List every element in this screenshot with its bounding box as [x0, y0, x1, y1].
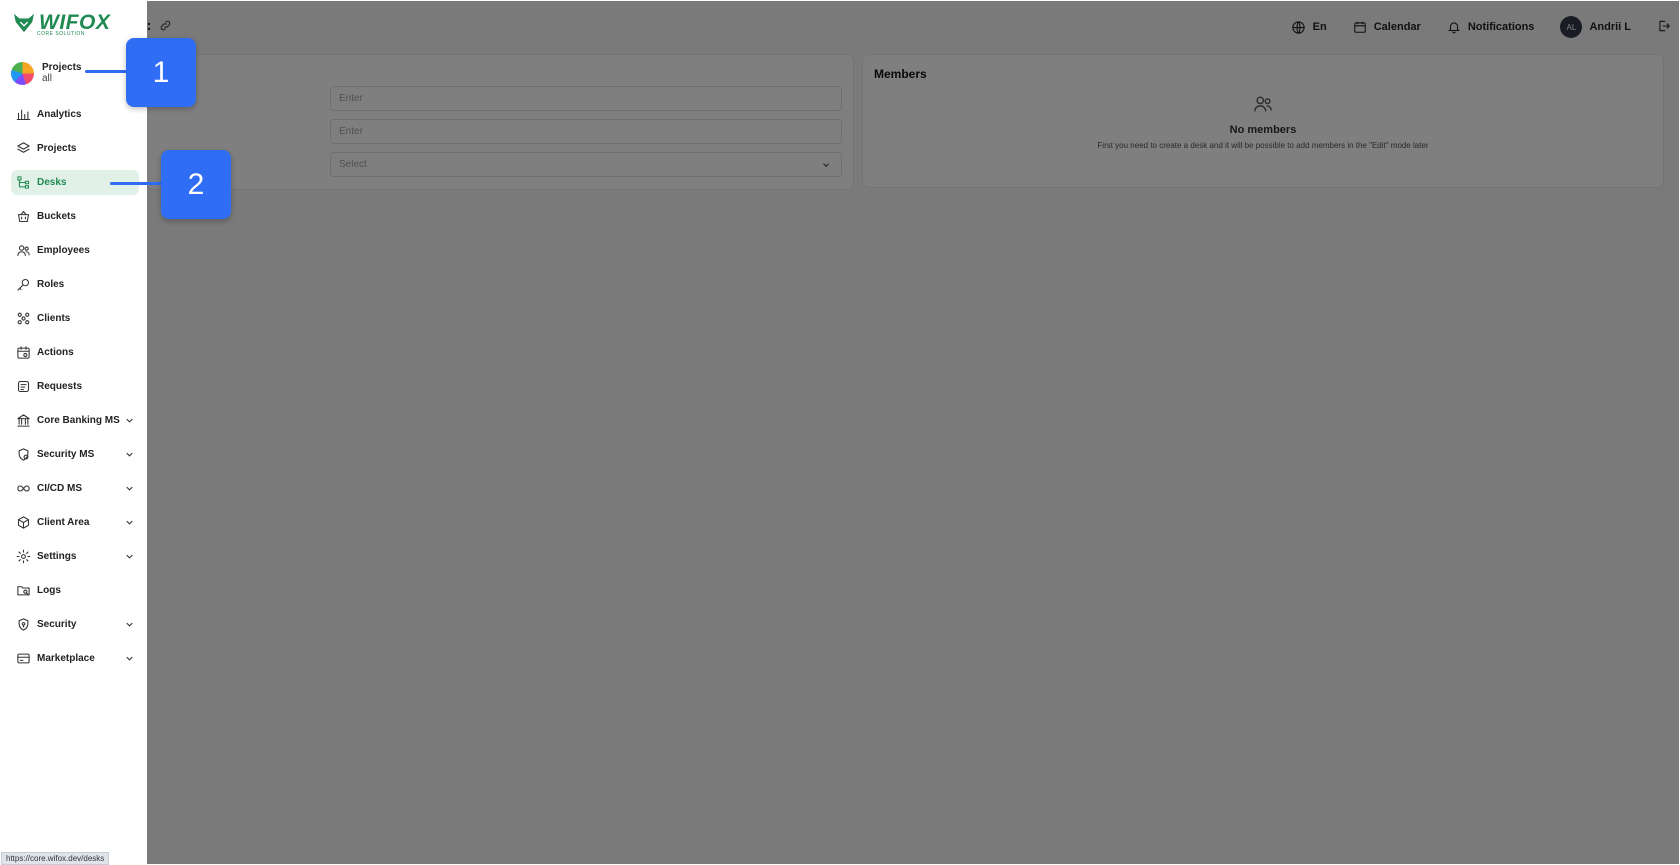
sidebar-item-label: Logs	[37, 585, 61, 596]
sidebar-item-requests[interactable]: Requests	[11, 374, 139, 399]
callout-2: 2	[161, 150, 231, 219]
sidebar-item-actions[interactable]: Actions	[11, 340, 139, 365]
chevron-down-icon[interactable]	[124, 517, 135, 528]
project-pie-icon	[11, 61, 34, 85]
security-ms-icon	[18, 448, 29, 461]
callout-1-line	[85, 70, 130, 73]
bar-chart-icon	[16, 109, 31, 121]
calendar-action-icon	[17, 346, 30, 359]
store-icon	[17, 653, 30, 664]
sidebar-item-label: Settings	[37, 551, 77, 562]
sidebar-item-label: Marketplace	[37, 653, 95, 664]
sidebar-item-settings[interactable]: Settings	[11, 544, 139, 569]
sidebar-item-logs[interactable]: Logs	[11, 578, 139, 603]
layers-icon	[17, 142, 30, 153]
sidebar-item-label: Client Area	[37, 517, 90, 528]
logo-subtitle: CORE SOLUTION	[37, 31, 85, 37]
project-selector-label: Projects	[42, 62, 82, 73]
key-icon	[17, 278, 30, 291]
chevron-down-icon[interactable]	[124, 619, 135, 630]
sidebar-item-projects[interactable]: Projects	[11, 136, 139, 161]
sidebar-item-client-area[interactable]: Client Area	[11, 510, 139, 535]
fox-logo-icon	[14, 13, 34, 33]
sidebar-item-label: Requests	[37, 381, 83, 392]
chevron-down-icon[interactable]	[124, 449, 135, 460]
chevron-down-icon[interactable]	[124, 483, 135, 494]
bank-icon	[17, 414, 30, 427]
modal-overlay	[147, 1, 1679, 864]
sidebar-item-label: Desks	[37, 177, 67, 188]
project-selector-value: all	[42, 73, 53, 84]
shield-icon	[18, 618, 29, 631]
sidebar-item-label: Core Banking MS	[37, 415, 120, 426]
sidebar-item-label: Analytics	[37, 109, 82, 120]
sidebar-item-core-banking-ms[interactable]: Core Banking MS	[11, 408, 139, 433]
users-icon	[17, 245, 30, 257]
sidebar-item-label: CI/CD MS	[37, 483, 82, 494]
logo[interactable]: WIFOX	[13, 11, 111, 34]
sidebar-item-employees[interactable]: Employees	[11, 238, 139, 263]
sidebar-item-clients[interactable]: Clients	[11, 306, 139, 331]
logo-title: WIFOX	[39, 11, 111, 34]
sidebar-item-security[interactable]: Security	[11, 612, 139, 637]
sidebar-item-label: Projects	[37, 143, 77, 154]
sidebar-item-marketplace[interactable]: Marketplace	[11, 646, 139, 671]
request-icon	[17, 380, 30, 393]
sidebar-item-label: Security MS	[37, 449, 95, 460]
sidebar-item-label: Employees	[37, 245, 90, 256]
cube-icon	[17, 516, 30, 529]
sidebar-item-label: Clients	[37, 313, 71, 324]
sidebar-item-label: Roles	[37, 279, 65, 290]
sidebar-item-label: Actions	[37, 347, 74, 358]
sidebar-item-buckets[interactable]: Buckets	[11, 204, 139, 229]
sidebar-item-security-ms[interactable]: Security MS	[11, 442, 139, 467]
callout-2-line	[110, 182, 165, 185]
folder-search-icon	[17, 586, 30, 596]
hierarchy-icon	[17, 176, 30, 189]
gear-icon	[16, 549, 31, 564]
sidebar-item-analytics[interactable]: Analytics	[11, 102, 139, 127]
callout-1: 1	[126, 38, 196, 107]
chevron-down-icon[interactable]	[124, 415, 135, 426]
sidebar-nav: Analytics Projects Desks Buckets Employees Ro…	[11, 102, 139, 680]
status-url: https://core.wifox.dev/desks	[1, 852, 110, 865]
project-selector[interactable]: Projects all	[5, 54, 139, 92]
sidebar: WIFOX CORE SOLUTION Projects all Analyti…	[1, 1, 147, 864]
sidebar-item-label: Buckets	[37, 211, 76, 222]
infinity-icon	[17, 485, 30, 492]
chevron-down-icon[interactable]	[124, 551, 135, 562]
chevron-down-icon[interactable]	[124, 653, 135, 664]
clients-icon	[17, 312, 30, 325]
sidebar-item-ci-cd-ms[interactable]: CI/CD MS	[11, 476, 139, 501]
sidebar-item-label: Security	[37, 619, 77, 630]
sidebar-item-roles[interactable]: Roles	[11, 272, 139, 297]
basket-icon	[17, 210, 30, 223]
